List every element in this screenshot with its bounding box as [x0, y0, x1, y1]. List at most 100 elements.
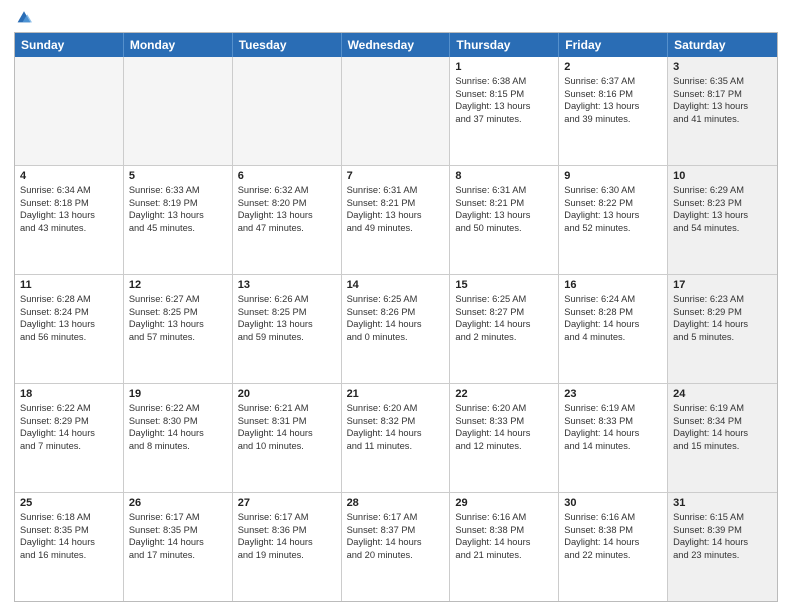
cell-info-line: Sunrise: 6:21 AM [238, 402, 336, 415]
cell-info-line: Daylight: 13 hours [347, 209, 445, 222]
day-cell-29: 29Sunrise: 6:16 AMSunset: 8:38 PMDayligh… [450, 493, 559, 601]
cell-info-line: and 4 minutes. [564, 331, 662, 344]
cell-info-line: Daylight: 14 hours [238, 536, 336, 549]
cell-info-line: and 5 minutes. [673, 331, 772, 344]
day-number: 8 [455, 170, 553, 182]
cell-info-line: Sunrise: 6:26 AM [238, 293, 336, 306]
cell-info-line: and 56 minutes. [20, 331, 118, 344]
cell-info-line: and 47 minutes. [238, 222, 336, 235]
cell-info-line: Sunset: 8:25 PM [129, 306, 227, 319]
cell-info-line: Sunset: 8:38 PM [455, 524, 553, 537]
cell-info-line: and 0 minutes. [347, 331, 445, 344]
day-cell-17: 17Sunrise: 6:23 AMSunset: 8:29 PMDayligh… [668, 275, 777, 383]
cell-info-line: Sunrise: 6:15 AM [673, 511, 772, 524]
header-day-saturday: Saturday [668, 33, 777, 57]
cell-info-line: and 15 minutes. [673, 440, 772, 453]
cell-info-line: Sunrise: 6:19 AM [673, 402, 772, 415]
cell-info-line: Sunset: 8:24 PM [20, 306, 118, 319]
logo [14, 10, 32, 26]
cell-info-line: Sunrise: 6:17 AM [238, 511, 336, 524]
cell-info-line: and 14 minutes. [564, 440, 662, 453]
cell-info-line: and 57 minutes. [129, 331, 227, 344]
cell-info-line: Daylight: 14 hours [673, 427, 772, 440]
cell-info-line: Daylight: 13 hours [673, 209, 772, 222]
cell-info-line: Sunset: 8:35 PM [20, 524, 118, 537]
cell-info-line: Daylight: 14 hours [564, 318, 662, 331]
day-number: 13 [238, 279, 336, 291]
day-cell-2: 2Sunrise: 6:37 AMSunset: 8:16 PMDaylight… [559, 57, 668, 165]
calendar-header: SundayMondayTuesdayWednesdayThursdayFrid… [15, 33, 777, 57]
empty-cell-r0-c3 [342, 57, 451, 165]
cell-info-line: Daylight: 14 hours [564, 536, 662, 549]
cell-info-line: Sunset: 8:31 PM [238, 415, 336, 428]
day-cell-27: 27Sunrise: 6:17 AMSunset: 8:36 PMDayligh… [233, 493, 342, 601]
day-number: 6 [238, 170, 336, 182]
day-number: 25 [20, 497, 118, 509]
cell-info-line: and 37 minutes. [455, 113, 553, 126]
cell-info-line: and 2 minutes. [455, 331, 553, 344]
day-number: 31 [673, 497, 772, 509]
cell-info-line: Sunset: 8:23 PM [673, 197, 772, 210]
calendar-row-4: 25Sunrise: 6:18 AMSunset: 8:35 PMDayligh… [15, 492, 777, 601]
cell-info-line: Sunrise: 6:30 AM [564, 184, 662, 197]
cell-info-line: and 17 minutes. [129, 549, 227, 562]
cell-info-line: Sunrise: 6:31 AM [455, 184, 553, 197]
cell-info-line: Daylight: 14 hours [129, 427, 227, 440]
cell-info-line: Daylight: 13 hours [564, 100, 662, 113]
calendar-row-0: 1Sunrise: 6:38 AMSunset: 8:15 PMDaylight… [15, 57, 777, 165]
cell-info-line: Daylight: 14 hours [673, 318, 772, 331]
cell-info-line: Sunset: 8:39 PM [673, 524, 772, 537]
cell-info-line: Sunrise: 6:20 AM [347, 402, 445, 415]
day-cell-31: 31Sunrise: 6:15 AMSunset: 8:39 PMDayligh… [668, 493, 777, 601]
day-cell-11: 11Sunrise: 6:28 AMSunset: 8:24 PMDayligh… [15, 275, 124, 383]
header-day-tuesday: Tuesday [233, 33, 342, 57]
day-cell-1: 1Sunrise: 6:38 AMSunset: 8:15 PMDaylight… [450, 57, 559, 165]
header-day-thursday: Thursday [450, 33, 559, 57]
cell-info-line: Sunrise: 6:31 AM [347, 184, 445, 197]
cell-info-line: Daylight: 13 hours [129, 209, 227, 222]
cell-info-line: Sunrise: 6:28 AM [20, 293, 118, 306]
day-cell-15: 15Sunrise: 6:25 AMSunset: 8:27 PMDayligh… [450, 275, 559, 383]
cell-info-line: Sunset: 8:21 PM [347, 197, 445, 210]
cell-info-line: Sunset: 8:19 PM [129, 197, 227, 210]
cell-info-line: Sunrise: 6:20 AM [455, 402, 553, 415]
cell-info-line: Daylight: 13 hours [455, 100, 553, 113]
day-number: 16 [564, 279, 662, 291]
cell-info-line: and 50 minutes. [455, 222, 553, 235]
day-number: 2 [564, 61, 662, 73]
day-number: 10 [673, 170, 772, 182]
cell-info-line: Daylight: 14 hours [347, 427, 445, 440]
cell-info-line: Daylight: 14 hours [455, 318, 553, 331]
day-number: 1 [455, 61, 553, 73]
cell-info-line: and 8 minutes. [129, 440, 227, 453]
cell-info-line: Sunset: 8:25 PM [238, 306, 336, 319]
day-number: 27 [238, 497, 336, 509]
cell-info-line: Sunrise: 6:23 AM [673, 293, 772, 306]
cell-info-line: Sunrise: 6:22 AM [20, 402, 118, 415]
day-number: 15 [455, 279, 553, 291]
cell-info-line: Sunrise: 6:27 AM [129, 293, 227, 306]
cell-info-line: and 22 minutes. [564, 549, 662, 562]
day-number: 11 [20, 279, 118, 291]
day-number: 30 [564, 497, 662, 509]
cell-info-line: Sunrise: 6:37 AM [564, 75, 662, 88]
cell-info-line: Daylight: 14 hours [455, 536, 553, 549]
cell-info-line: and 23 minutes. [673, 549, 772, 562]
cell-info-line: Daylight: 13 hours [129, 318, 227, 331]
cell-info-line: Daylight: 14 hours [455, 427, 553, 440]
cell-info-line: Sunset: 8:30 PM [129, 415, 227, 428]
cell-info-line: Sunrise: 6:33 AM [129, 184, 227, 197]
day-cell-10: 10Sunrise: 6:29 AMSunset: 8:23 PMDayligh… [668, 166, 777, 274]
calendar-row-2: 11 Sunrise: 6:28 AMSunset: 8:24 PM Dayligh… [15, 274, 777, 383]
cell-info-line: Sunset: 8:33 PM [455, 415, 553, 428]
day-number: 4 [20, 170, 118, 182]
cell-info-line: Sunrise: 6:24 AM [564, 293, 662, 306]
cell-info-line: Sunset: 8:29 PM [673, 306, 772, 319]
day-cell-16: 16Sunrise: 6:24 AMSunset: 8:28 PMDayligh… [559, 275, 668, 383]
cell-info-line: Daylight: 14 hours [238, 427, 336, 440]
cell-info-line: Sunset: 8:17 PM [673, 88, 772, 101]
cell-info-line: Sunrise: 6:35 AM [673, 75, 772, 88]
cell-info-line: Sunrise: 6:34 AM [20, 184, 118, 197]
cell-info-line: Daylight: 14 hours [347, 536, 445, 549]
calendar-row-3: 18Sunrise: 6:22 AMSunset: 8:29 PMDayligh… [15, 383, 777, 492]
